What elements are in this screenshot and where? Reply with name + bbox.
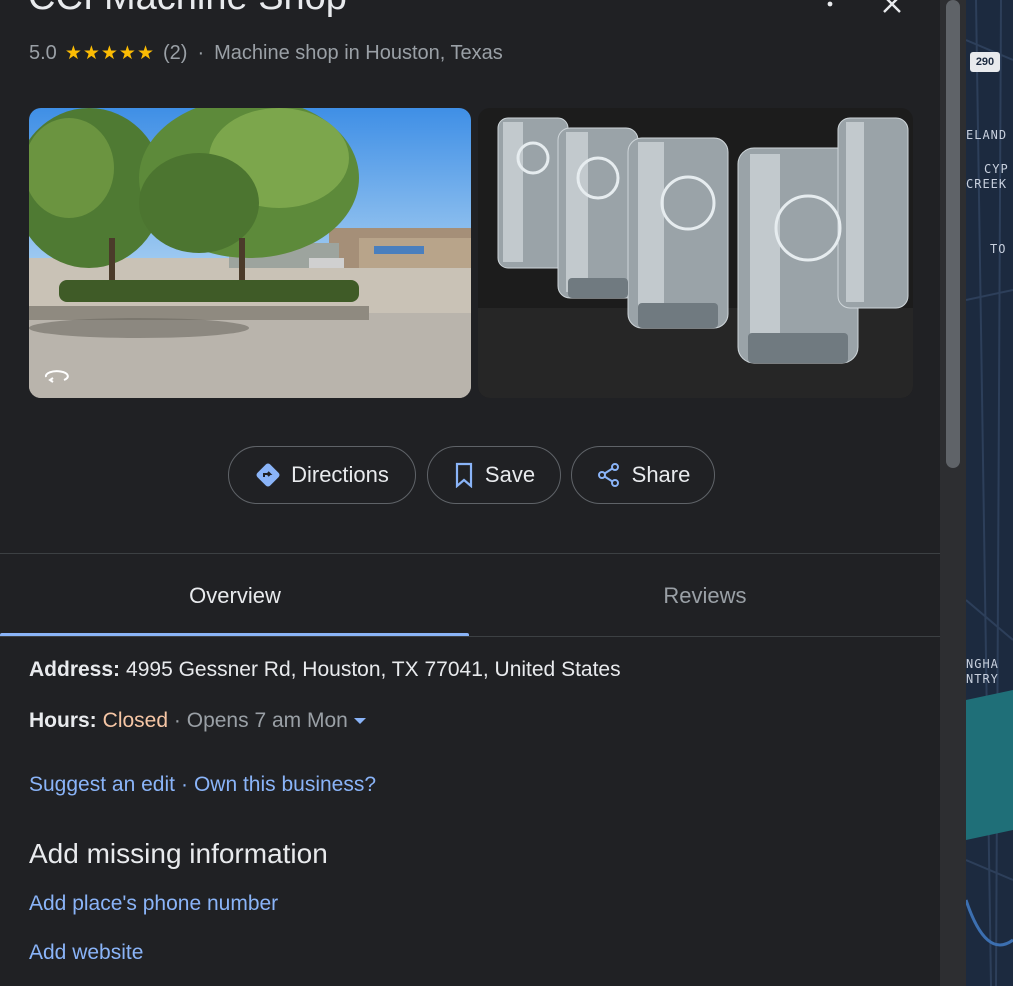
tab-bar-border [0,636,940,637]
address-value[interactable]: 4995 Gessner Rd, Houston, TX 77041, Unit… [126,658,621,681]
directions-icon [255,462,281,488]
map-label: NGHA [966,657,999,671]
active-tab-indicator [0,633,469,636]
rating-line: 5.0 ★★★★★ (2) · Machine shop in Houston,… [29,42,503,65]
parts-photo[interactable] [478,108,913,398]
address-label: Address: [29,658,121,681]
map-label: CYP [984,162,1009,176]
hours-dropdown-icon[interactable] [353,718,366,725]
directions-label: Directions [291,462,389,487]
share-button[interactable]: Share [571,446,715,504]
edit-links: Suggest an edit · Own this business? [29,773,376,797]
suggest-edit-link[interactable]: Suggest an edit [29,773,175,796]
add-phone-link[interactable]: Add place's phone number [29,892,278,916]
map-label: NTRY [966,672,999,686]
map-label: TO [990,242,1007,256]
hours-next-open: Opens 7 am Mon [186,709,348,732]
place-title: CCI Machine Shop [28,0,347,19]
street-view-photo[interactable] [29,108,471,398]
map-label: CREEK [966,177,1008,191]
tab-reviews[interactable]: Reviews [470,555,940,637]
map-label: ELAND [966,128,1008,142]
action-buttons: Directions Save Share [0,446,940,506]
close-icon[interactable] [880,0,904,16]
rating-value: 5.0 [29,42,57,64]
share-icon [596,462,622,488]
own-business-link[interactable]: Own this business? [194,773,376,796]
save-label: Save [484,462,536,487]
hours-row[interactable]: Hours: Closed · Opens 7 am Mon [29,709,366,733]
separator-dot: · [197,42,205,64]
save-button[interactable]: Save [427,446,561,504]
links-separator: · [180,773,188,796]
route-shield-icon: 290 [970,52,1000,72]
tab-bar: Overview Reviews [0,555,940,637]
more-options-icon[interactable] [818,0,842,16]
hours-label: Hours: [29,709,97,732]
section-divider [0,553,940,554]
star-rating-icon: ★★★★★ [64,43,155,64]
map-area[interactable]: ELAND CYP CREEK TO NGHA NTRY [966,0,1013,986]
add-website-link[interactable]: Add website [29,941,143,965]
hours-status: Closed [102,709,169,732]
share-label: Share [631,462,691,487]
address-row: Address: 4995 Gessner Rd, Houston, TX 770… [29,658,621,682]
missing-info-heading: Add missing information [29,838,328,869]
review-count-link[interactable]: (2) [163,42,187,65]
tab-overview[interactable]: Overview [0,555,470,637]
bookmark-icon [453,462,475,488]
place-panel: CCI Machine Shop 5.0 ★★★★★ (2) · Machine… [0,0,940,986]
hours-separator: · [173,709,181,732]
place-category[interactable]: Machine shop in Houston, Texas [214,42,503,65]
street-view-360-icon [44,370,69,383]
scrollbar-thumb[interactable] [946,0,960,468]
directions-button[interactable]: Directions [228,446,416,504]
